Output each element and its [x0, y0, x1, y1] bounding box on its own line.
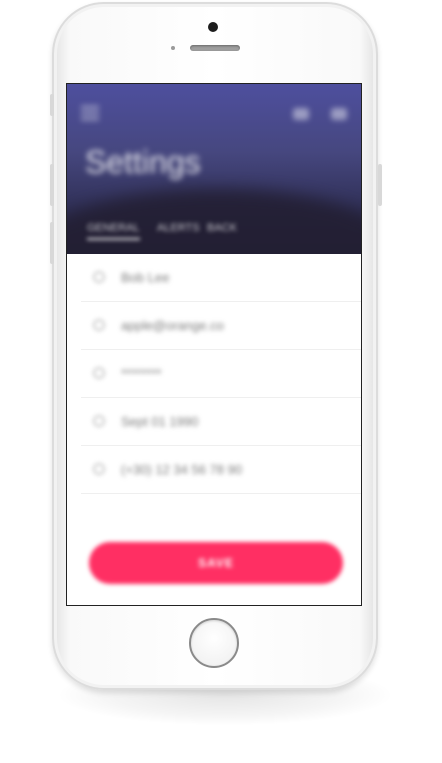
email-field[interactable]: apple@orange.co: [81, 302, 361, 350]
home-button[interactable]: [189, 618, 239, 668]
phone-value: (+30) 12 34 56 78 90: [121, 462, 243, 477]
earpiece-speaker: [190, 45, 240, 51]
phone-field[interactable]: (+30) 12 34 56 78 90: [81, 446, 361, 494]
mail-icon: [93, 319, 105, 331]
settings-form: Bob Lee apple@orange.co ******** Sept 01…: [67, 254, 361, 494]
proximity-sensor: [171, 46, 175, 50]
password-field[interactable]: ********: [81, 350, 361, 398]
menu-icon[interactable]: [81, 106, 99, 120]
page-title: Settings: [85, 144, 201, 180]
save-button[interactable]: SAVE: [89, 542, 343, 584]
birthday-field[interactable]: Sept 01 1990: [81, 398, 361, 446]
volume-down-button: [50, 222, 54, 264]
email-value: apple@orange.co: [121, 318, 224, 333]
birthday-value: Sept 01 1990: [121, 414, 199, 429]
settings-header: Settings GENERAL ALERTS BACK: [67, 84, 361, 254]
lock-icon: [93, 367, 105, 379]
phone-screen: Settings GENERAL ALERTS BACK Bob Lee app…: [66, 83, 362, 606]
volume-up-button: [50, 164, 54, 206]
front-camera: [208, 22, 218, 32]
password-value: ********: [121, 366, 162, 381]
phone-icon: [93, 463, 105, 475]
user-icon: [93, 271, 105, 283]
tab-alerts[interactable]: ALERTS: [157, 222, 200, 234]
mute-switch: [50, 94, 54, 116]
more-icon[interactable]: [331, 108, 347, 120]
tab-back[interactable]: BACK: [207, 222, 237, 234]
name-value: Bob Lee: [121, 270, 170, 285]
settings-tabs: GENERAL ALERTS BACK: [67, 222, 361, 244]
search-icon[interactable]: [293, 108, 309, 120]
name-field[interactable]: Bob Lee: [81, 254, 361, 302]
calendar-icon: [93, 415, 105, 427]
tab-general[interactable]: GENERAL: [87, 222, 140, 240]
power-button: [378, 164, 382, 206]
